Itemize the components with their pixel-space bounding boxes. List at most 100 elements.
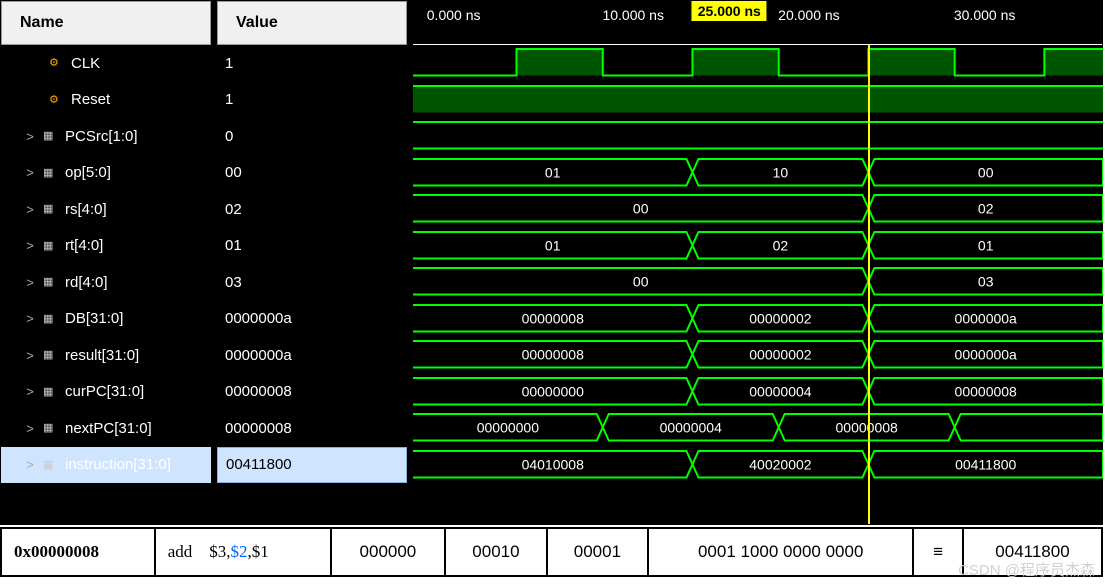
signal-name-label: rs[4:0] bbox=[65, 201, 107, 218]
expand-icon[interactable]: > bbox=[23, 238, 37, 253]
signal-names-column: Name ⚙CLK⚙Reset>▦PCSrc[1:0]>▦op[5:0]>▦rs… bbox=[1, 1, 211, 524]
signal-value-label: 1 bbox=[225, 55, 233, 72]
svg-text:01: 01 bbox=[545, 164, 561, 180]
waveform-column[interactable]: 0.000 ns 10.000 ns 20.000 ns 30.000 ns 0… bbox=[413, 1, 1102, 524]
ruler-tick: 10.000 ns bbox=[602, 7, 664, 23]
waveform-row[interactable] bbox=[413, 45, 1102, 82]
signal-value-label: 0000000a bbox=[225, 310, 292, 327]
signal-value-row[interactable]: 00411800 bbox=[217, 447, 407, 484]
signal-value-row[interactable]: 01 bbox=[217, 228, 407, 265]
expand-icon[interactable]: > bbox=[23, 457, 37, 472]
bus-signal-icon: ▦ bbox=[43, 239, 57, 253]
waveform-row[interactable]: 0002 bbox=[413, 191, 1102, 228]
signal-name-label: PCSrc[1:0] bbox=[65, 128, 138, 145]
signal-name-label: rd[4:0] bbox=[65, 274, 108, 291]
signal-name-row[interactable]: >▦DB[31:0] bbox=[1, 301, 211, 338]
signal-value-label: 00 bbox=[225, 164, 242, 181]
table-row: 0x00000008 add $3,$2,$1 000000 00010 000… bbox=[1, 528, 1102, 576]
waveform-body[interactable]: 0110000002010201000300000008000000020000… bbox=[413, 45, 1102, 524]
signal-name-row[interactable]: > ▦ PCSrc[1:0] bbox=[1, 118, 211, 155]
svg-text:00000008: 00000008 bbox=[522, 346, 585, 362]
svg-text:02: 02 bbox=[978, 200, 994, 216]
waveform-row[interactable]: 010201 bbox=[413, 228, 1102, 265]
expand-icon[interactable]: > bbox=[23, 202, 37, 217]
expand-icon[interactable]: > bbox=[23, 165, 37, 180]
waveform-row[interactable]: 040100084002000200411800 bbox=[413, 447, 1102, 484]
expand-icon[interactable]: > bbox=[23, 129, 37, 144]
field-rs: 00010 bbox=[445, 528, 546, 576]
names-header[interactable]: Name bbox=[1, 1, 211, 45]
expand-icon[interactable]: > bbox=[23, 275, 37, 290]
signal-value-row[interactable]: 0000000a bbox=[217, 301, 407, 338]
cursor-time-flag[interactable]: 25.000 ns bbox=[691, 0, 768, 22]
svg-text:00000004: 00000004 bbox=[660, 419, 723, 435]
expand-icon[interactable]: > bbox=[23, 421, 37, 436]
signal-name-row[interactable]: >▦op[5:0] bbox=[1, 155, 211, 192]
signal-name-row[interactable]: >▦instruction[31:0] bbox=[1, 447, 211, 484]
signal-name-row[interactable]: > ▦ nextPC[31:0] bbox=[1, 410, 211, 447]
signal-value-row[interactable]: 03 bbox=[217, 264, 407, 301]
expand-icon[interactable]: > bbox=[23, 348, 37, 363]
svg-text:00: 00 bbox=[633, 273, 649, 289]
bus-signal-icon: ▦ bbox=[43, 385, 57, 399]
waveform-svg: 040100084002000200411800 bbox=[413, 447, 1103, 484]
address-cell: 0x00000008 bbox=[1, 528, 155, 576]
field-rt: 00001 bbox=[547, 528, 648, 576]
signal-value-row[interactable]: 1 bbox=[217, 82, 407, 119]
field-opcode: 000000 bbox=[331, 528, 446, 576]
waveform-row[interactable] bbox=[413, 118, 1102, 155]
waveform-row[interactable]: 000000000000000400000008 bbox=[413, 410, 1102, 447]
waveform-svg: 000000000000000400000008 bbox=[413, 410, 1103, 447]
signal-value-row[interactable]: 1 bbox=[217, 45, 407, 82]
signal-name-label: DB[31:0] bbox=[65, 310, 123, 327]
waveform-svg bbox=[413, 45, 1103, 82]
signal-name-row[interactable]: ⚙Reset bbox=[1, 82, 211, 119]
svg-text:00000000: 00000000 bbox=[522, 383, 585, 399]
waveform-svg: 00000008000000020000000a bbox=[413, 337, 1103, 374]
bus-signal-icon: ▦ bbox=[43, 202, 57, 216]
signal-name-row[interactable]: >▦result[31:0] bbox=[1, 337, 211, 374]
waveform-svg: 00000008000000020000000a bbox=[413, 301, 1103, 338]
signal-name-row[interactable]: >▦rd[4:0] bbox=[1, 264, 211, 301]
svg-text:10: 10 bbox=[773, 164, 789, 180]
signal-name-row[interactable]: ⚙CLK bbox=[1, 45, 211, 82]
signal-value-label: 1 bbox=[225, 91, 233, 108]
waveform-row[interactable]: 0003 bbox=[413, 264, 1102, 301]
signal-value-row[interactable]: 00000008 bbox=[217, 410, 407, 447]
waveform-row[interactable]: 00000008000000020000000a bbox=[413, 301, 1102, 338]
waveform-row[interactable]: 000000000000000400000008 bbox=[413, 374, 1102, 411]
signal-value-row[interactable]: 0000000a bbox=[217, 337, 407, 374]
signal-value-label: 00411800 bbox=[226, 456, 292, 473]
svg-text:02: 02 bbox=[773, 237, 789, 253]
signal-name-row[interactable]: > ▦ rs[4:0] bbox=[1, 191, 211, 228]
signal-value-row[interactable]: 02 bbox=[217, 191, 407, 228]
signal-name-label: nextPC[31:0] bbox=[65, 420, 152, 437]
signal-value-row[interactable]: 00000008 bbox=[217, 374, 407, 411]
signal-value-row[interactable]: 0 bbox=[217, 118, 407, 155]
signal-value-row[interactable]: 00 bbox=[217, 155, 407, 192]
svg-text:00000004: 00000004 bbox=[749, 383, 812, 399]
signal-value-label: 01 bbox=[225, 237, 242, 254]
bus-signal-icon: ▦ bbox=[43, 348, 57, 362]
bus-signal-icon: ▦ bbox=[43, 129, 57, 143]
bus-signal-icon: ▦ bbox=[43, 421, 57, 435]
signal-name-row[interactable]: > ▦ rt[4:0] bbox=[1, 228, 211, 265]
waveform-svg: 0003 bbox=[413, 264, 1103, 301]
svg-text:0000000a: 0000000a bbox=[955, 346, 1018, 362]
ruler-tick: 0.000 ns bbox=[427, 7, 481, 23]
cursor-line[interactable] bbox=[868, 45, 870, 524]
values-header[interactable]: Value bbox=[217, 1, 407, 45]
signal-name-label: op[5:0] bbox=[65, 164, 111, 181]
waveform-svg: 010201 bbox=[413, 228, 1103, 265]
signal-value-label: 03 bbox=[225, 274, 242, 291]
waveform-row[interactable]: 011000 bbox=[413, 155, 1102, 192]
expand-icon[interactable]: > bbox=[23, 384, 37, 399]
scalar-signal-icon: ⚙ bbox=[49, 56, 63, 70]
signal-name-label: rt[4:0] bbox=[65, 237, 103, 254]
waveform-row[interactable]: 00000008000000020000000a bbox=[413, 337, 1102, 374]
signal-name-row[interactable]: >▦curPC[31:0] bbox=[1, 374, 211, 411]
expand-icon[interactable]: > bbox=[23, 311, 37, 326]
waveform-row[interactable] bbox=[413, 82, 1102, 119]
signal-name-label: Reset bbox=[71, 91, 110, 108]
svg-text:01: 01 bbox=[545, 237, 561, 253]
